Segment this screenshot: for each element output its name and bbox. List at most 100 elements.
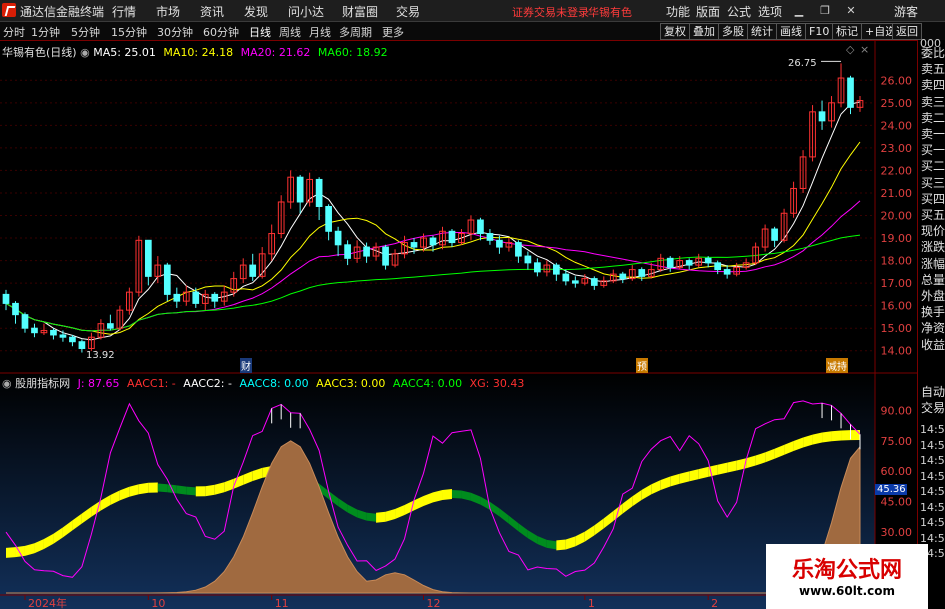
candle: [847, 75, 854, 115]
candle: [182, 285, 190, 306]
diamond-icon[interactable]: ◇: [846, 43, 854, 56]
trend-band-segment: [442, 488, 452, 501]
side-trade-time: 14:56: [920, 531, 945, 545]
period-daily[interactable]: 日线: [249, 24, 271, 40]
event-mark-forecast[interactable]: 预: [636, 358, 648, 373]
candle: [628, 265, 636, 281]
price-tick-label: 19.00: [881, 232, 913, 245]
menu-wealth[interactable]: 财富圈: [342, 3, 378, 20]
side-field-label: 净资: [921, 321, 945, 336]
period-toolbar: 分时 1分钟 5分钟 15分钟 30分钟 60分钟 日线 周线 月线 多周期 更…: [0, 22, 945, 41]
time-tick-label: 2024年: [28, 596, 67, 609]
close-pane-icon[interactable]: ×: [860, 43, 869, 56]
legend-ma60: MA60: 18.92: [317, 46, 388, 59]
f10-button[interactable]: F10: [805, 23, 834, 40]
trend-band-segment: [850, 430, 860, 441]
candle: [69, 334, 76, 347]
draw-line-button[interactable]: 画线: [776, 23, 806, 40]
low-price-label: 13.92: [86, 350, 115, 361]
candle: [12, 301, 19, 324]
trend-band-segment: [831, 430, 842, 442]
trend-band-segment: [6, 547, 16, 558]
side-field-label: 外盘: [921, 289, 945, 303]
sub-value-box: 45.36: [875, 484, 907, 495]
close-icon[interactable]: ✕: [842, 4, 860, 17]
multi-stock-button[interactable]: 多股: [718, 23, 748, 40]
menu-layout[interactable]: 版面: [696, 3, 720, 20]
menu-discover[interactable]: 发现: [244, 3, 268, 20]
period-5min[interactable]: 5分钟: [71, 24, 100, 40]
candle: [799, 150, 807, 193]
period-1min[interactable]: 1分钟: [31, 24, 60, 40]
candle: [173, 287, 181, 308]
restore-icon[interactable]: ❐: [816, 4, 834, 17]
trend-band-segment: [451, 489, 462, 499]
event-mark-earnings[interactable]: 财: [240, 358, 252, 373]
legend-aacc2: AACC2: -: [183, 377, 232, 390]
side-trade-time: 14:56: [920, 469, 945, 483]
period-30min[interactable]: 30分钟: [157, 24, 193, 40]
candle: [515, 240, 522, 263]
candle: [126, 287, 133, 315]
candle: [837, 63, 845, 108]
period-monthly[interactable]: 月线: [309, 24, 331, 40]
candle: [401, 235, 408, 259]
side-trade-time: 14:56: [920, 485, 945, 498]
price-tick-label: 14.00: [881, 345, 913, 358]
price-tick-label: 16.00: [881, 300, 913, 313]
sub-tick-label: 75.00: [881, 435, 913, 448]
period-15min[interactable]: 15分钟: [111, 24, 147, 40]
side-field-label: 卖五: [921, 62, 945, 77]
menu-formula[interactable]: 公式: [727, 3, 751, 20]
mark-button[interactable]: 标记: [832, 23, 862, 40]
price-tick-label: 15.00: [881, 322, 913, 335]
minimize-icon[interactable]: ▁: [790, 4, 808, 17]
menu-news[interactable]: 资讯: [200, 3, 224, 20]
period-more[interactable]: 更多: [382, 24, 404, 40]
menu-market[interactable]: 市场: [156, 3, 180, 20]
time-tick-label: 11: [275, 597, 289, 609]
candle: [31, 323, 38, 338]
login-warning[interactable]: 证券交易未登录: [512, 4, 589, 20]
candle: [486, 229, 494, 245]
overlay-button[interactable]: 叠加: [689, 23, 719, 40]
menu-quotes[interactable]: 行情: [112, 3, 136, 20]
candle: [543, 260, 551, 277]
settings-circle-icon[interactable]: ◉: [80, 46, 90, 59]
candle: [249, 253, 257, 281]
menu-function[interactable]: 功能: [666, 3, 690, 20]
candle: [2, 289, 10, 311]
event-mark-reduce[interactable]: 减持: [826, 358, 848, 373]
watermark: 乐淘公式网 www.60lt.com: [766, 544, 928, 609]
candle: [107, 314, 114, 331]
back-button[interactable]: 返回: [892, 23, 922, 40]
settings-circle-icon[interactable]: ◉: [2, 377, 12, 390]
menu-ask[interactable]: 问小达: [288, 3, 324, 20]
adjust-button[interactable]: 复权: [660, 23, 690, 40]
candle: [752, 242, 759, 266]
stats-button[interactable]: 统计: [747, 23, 777, 40]
guest-label[interactable]: 游客: [894, 3, 918, 20]
period-weekly[interactable]: 周线: [279, 24, 301, 40]
trend-band-segment: [157, 483, 168, 493]
side-bottom-label: 自动: [921, 385, 945, 399]
menu-trade[interactable]: 交易: [396, 3, 420, 20]
candle: [553, 262, 560, 281]
candle: [771, 226, 778, 248]
candle: [666, 256, 674, 272]
sub-tick-label: 90.00: [881, 404, 913, 417]
side-field-label: 现价: [921, 224, 945, 239]
period-multi[interactable]: 多周期: [339, 24, 372, 40]
menu-options[interactable]: 选项: [758, 3, 782, 20]
kline-chart[interactable]: 26.00 25.00 24.00 23.00 22.00 21.00 20.00 19.00…: [0, 40, 917, 609]
legend-ma20: MA20: 21.62: [240, 46, 311, 59]
price-tick-label: 21.00: [881, 187, 913, 200]
period-intraday[interactable]: 分时: [3, 24, 25, 40]
trend-band-segment: [556, 539, 566, 551]
side-field-label: 买一: [921, 143, 945, 158]
price-tick-label: 18.00: [881, 255, 913, 268]
legend-ma5: MA5: 25.01: [93, 46, 156, 59]
period-60min[interactable]: 60分钟: [203, 24, 239, 40]
time-tick-label: 12: [427, 597, 441, 609]
candle: [40, 323, 48, 335]
